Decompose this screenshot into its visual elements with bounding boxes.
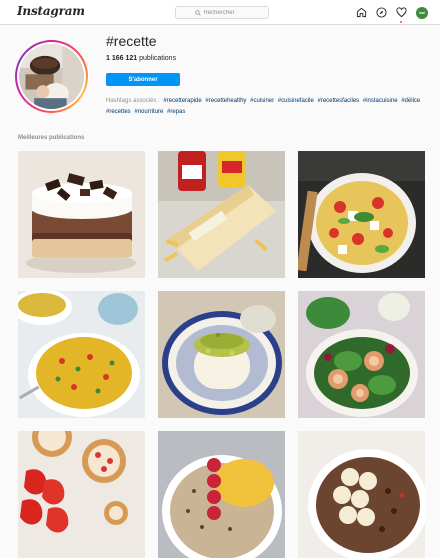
post-thumbnail[interactable]	[158, 151, 285, 278]
related-tag-link[interactable]: #recettes	[106, 109, 131, 115]
post-thumbnail[interactable]	[18, 151, 145, 278]
activity-heart-icon[interactable]	[396, 7, 407, 23]
related-tag-link[interactable]: #cuisiner	[250, 98, 274, 104]
profile-avatar[interactable]: kai	[416, 6, 428, 19]
related-tag-link[interactable]: #délice	[401, 98, 420, 104]
related-tag-link[interactable]: #recettehealthy	[205, 98, 246, 104]
search-icon	[194, 9, 201, 16]
related-tag-link[interactable]: #instacuisine	[363, 98, 398, 104]
publications-count: 1 166 121 publications	[106, 55, 177, 62]
hashtag-avatar-image	[19, 44, 84, 109]
notification-dot	[400, 21, 402, 23]
search-box[interactable]	[175, 6, 269, 19]
post-thumbnail[interactable]	[158, 431, 285, 558]
post-thumbnail[interactable]	[298, 431, 425, 558]
explore-icon[interactable]	[376, 7, 387, 18]
top-navigation-bar: Instagram kai	[0, 0, 440, 25]
related-tag-link[interactable]: #recetterapide	[163, 98, 201, 104]
search-input[interactable]	[203, 9, 250, 16]
related-tag-link[interactable]: #cuisinefacile	[278, 98, 314, 104]
instagram-logo[interactable]: Instagram	[17, 4, 85, 18]
post-thumbnail[interactable]	[18, 291, 145, 418]
home-icon[interactable]	[356, 7, 367, 18]
post-thumbnail[interactable]	[298, 291, 425, 418]
top-posts-grid	[18, 151, 426, 558]
hashtag-header: #recette 1 166 121 publications S'abonne…	[0, 25, 440, 125]
related-tag-link[interactable]: #repas	[167, 109, 185, 115]
post-thumbnail[interactable]	[18, 431, 145, 558]
nav-icons: kai	[356, 6, 428, 23]
related-hashtags-label: Hashtags associés :	[106, 98, 160, 104]
page-title: #recette	[106, 33, 157, 49]
post-thumbnail[interactable]	[158, 291, 285, 418]
related-tag-link[interactable]: #nourriture	[134, 109, 163, 115]
post-thumbnail[interactable]	[298, 151, 425, 278]
hashtag-story-ring[interactable]	[15, 40, 88, 113]
related-hashtags: Hashtags associés : #recetterapide #rece…	[106, 96, 426, 118]
top-posts-title: Meilleures publications	[18, 135, 85, 141]
follow-button[interactable]: S'abonner	[106, 73, 180, 86]
related-tag-link[interactable]: #recettesfaciles	[318, 98, 360, 104]
